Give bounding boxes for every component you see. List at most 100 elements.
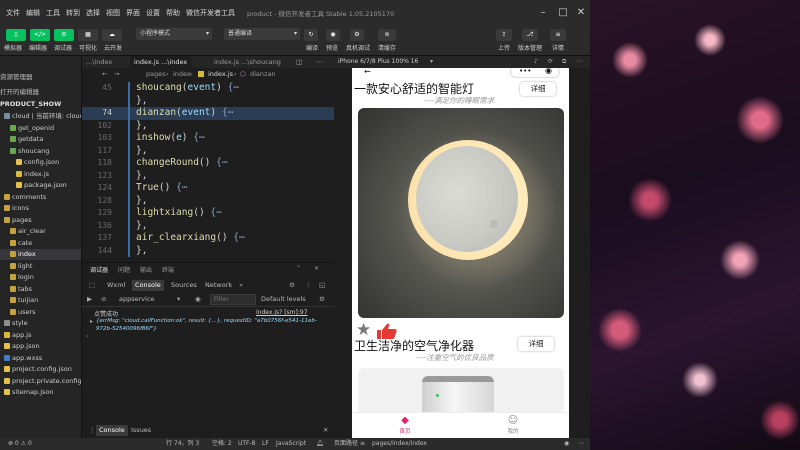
code-line[interactable]: 117}, xyxy=(82,144,334,157)
tabbar-mine[interactable]: ☺ 我的 xyxy=(498,415,528,435)
chevron-down-icon[interactable]: ▾ xyxy=(174,294,183,305)
file-tree-item[interactable]: app.wxss xyxy=(0,353,81,364)
tab-index-wxml[interactable]: ...\index xyxy=(82,56,116,68)
context-select[interactable]: appservice xyxy=(116,294,158,305)
bell-icon[interactable]: 🔔︎ xyxy=(316,438,324,450)
capsule-close-icon[interactable]: ◉ xyxy=(545,68,552,75)
close-icon[interactable]: ✕ xyxy=(574,6,588,20)
encoding-setting[interactable]: UTF-8 xyxy=(238,438,256,450)
file-tree-item[interactable]: light xyxy=(0,261,81,272)
file-tree-item[interactable]: tabs xyxy=(0,284,81,295)
file-tree-item[interactable]: login xyxy=(0,272,81,283)
menu-help[interactable]: 帮助 xyxy=(166,8,180,18)
code-line[interactable]: 129 lightxiang() {⋯ xyxy=(82,207,334,220)
cloud-dev-button[interactable]: ☁ xyxy=(102,29,122,41)
capsule-menu[interactable]: ••• ◉ xyxy=(510,68,560,78)
eol-setting[interactable]: LF xyxy=(262,438,269,450)
eye-icon[interactable]: ◉ xyxy=(564,438,569,450)
tab-index-js[interactable]: index.js ...\index xyxy=(130,56,192,68)
code-line[interactable]: 103 inshow(e) {⋯ xyxy=(82,132,334,145)
indent-setting[interactable]: 空格: 2 xyxy=(212,438,232,450)
product-detail-button[interactable]: 详细 xyxy=(518,337,554,351)
version-button[interactable]: ⎇ xyxy=(522,29,538,41)
gear-icon[interactable]: ⚙ xyxy=(286,280,298,291)
code-line[interactable]: }, xyxy=(82,94,334,107)
compile-select[interactable]: 普通编译 ▾ xyxy=(224,28,300,40)
upload-button[interactable]: ⇪ xyxy=(496,29,512,41)
file-tree-item[interactable]: style xyxy=(0,318,81,329)
devtools-tab-wxml[interactable]: Wxml xyxy=(104,280,128,291)
menu-interface[interactable]: 界面 xyxy=(126,8,140,18)
code-line[interactable]: 123}, xyxy=(82,169,334,182)
folded-block-marker[interactable]: {⋯ xyxy=(193,132,204,143)
devtools-tab-network[interactable]: Network xyxy=(202,280,235,291)
clear-cache-button[interactable]: ≋ xyxy=(378,29,396,41)
maximize-icon[interactable]: □ xyxy=(556,6,570,20)
close-panel-icon[interactable]: ✕ xyxy=(314,265,319,272)
forward-icon[interactable]: → xyxy=(114,68,119,80)
log-source-link[interactable]: index.js? [sm]:97 xyxy=(256,309,308,316)
tab-problems[interactable]: 问题 xyxy=(118,265,130,274)
code-line[interactable]: 144}, xyxy=(82,244,334,257)
devtools-tab-console[interactable]: Console xyxy=(132,280,164,291)
editor-toggle-button[interactable]: </> xyxy=(30,29,50,41)
expand-arrow-icon[interactable]: ▸ xyxy=(90,318,93,325)
drawer-tab-console[interactable]: Console xyxy=(96,425,128,436)
file-tree-item[interactable]: get_openid xyxy=(0,123,81,134)
file-tree-item[interactable]: users xyxy=(0,307,81,318)
visual-toggle-button[interactable]: ▦ xyxy=(78,29,98,41)
sidebar-toggle-icon[interactable]: ▶ xyxy=(84,294,95,305)
simulator-toggle-button[interactable]: ▯ xyxy=(6,29,26,41)
open-editors-section[interactable]: 打开的编辑器 xyxy=(0,87,81,98)
log-body[interactable]: {errMsg: "cloud.callFunction:ok", result… xyxy=(96,317,328,333)
details-button[interactable]: ≡ xyxy=(550,29,566,41)
code-line[interactable]: 137 air_clearxiang() {⋯ xyxy=(82,232,334,245)
file-tree-item[interactable]: pages xyxy=(0,215,81,226)
menu-icon[interactable]: ≡ xyxy=(360,438,365,450)
page-path[interactable]: pages/index/index xyxy=(372,438,427,450)
project-root[interactable]: PRODUCT_SHOW xyxy=(0,99,81,110)
menu-goto[interactable]: 转到 xyxy=(66,8,80,18)
clear-console-icon[interactable]: ⊘ xyxy=(98,294,109,305)
file-tree-item[interactable]: config.json xyxy=(0,157,81,168)
code-line[interactable]: 118 changeRound() {⋯ xyxy=(82,157,334,170)
code-line[interactable]: 128}, xyxy=(82,194,334,207)
volume-icon[interactable]: ♪ xyxy=(534,56,538,68)
remote-debug-button[interactable]: ⚙ xyxy=(350,29,364,41)
folded-block-marker[interactable]: {⋯ xyxy=(176,182,187,193)
file-tree-item[interactable]: getdata xyxy=(0,134,81,145)
code-line[interactable]: 124 True() {⋯ xyxy=(82,182,334,195)
more-icon[interactable]: ⋯ xyxy=(576,56,582,68)
capsule-more-icon[interactable]: ••• xyxy=(519,68,531,75)
code-line[interactable]: 102}, xyxy=(82,119,334,132)
breadcrumb-pages[interactable]: pages xyxy=(146,68,166,80)
minimize-icon[interactable]: – xyxy=(536,6,550,20)
breadcrumb-index[interactable]: index xyxy=(173,68,191,80)
mode-select[interactable]: 小程序模式 ▾ xyxy=(136,28,212,40)
close-drawer-icon[interactable]: ✕ xyxy=(320,425,331,436)
file-tree-item[interactable]: cloud | 当前环境: cloud1 xyxy=(0,111,81,122)
device-select[interactable]: iPhone 6/7/8 Plus 100% 16 xyxy=(338,56,418,68)
breadcrumb-file[interactable]: index.js xyxy=(208,68,233,80)
file-tree-item[interactable]: icons xyxy=(0,203,81,214)
tab-terminal[interactable]: 终端 xyxy=(162,265,174,274)
menu-wechat-devtools[interactable]: 微信开发者工具 xyxy=(186,8,235,18)
folded-block-marker[interactable]: {⋯ xyxy=(222,107,233,118)
folded-block-marker[interactable]: {⋯ xyxy=(233,232,244,243)
air-purifier-image[interactable] xyxy=(358,368,564,418)
file-tree-item[interactable]: comments xyxy=(0,192,81,203)
file-tree-item[interactable]: sitemap.json xyxy=(0,387,81,398)
tabbar-home[interactable]: ◆ 首页 xyxy=(390,415,420,435)
breadcrumb-symbol[interactable]: dianzan xyxy=(250,68,276,80)
menu-select[interactable]: 选择 xyxy=(86,8,100,18)
back-arrow-icon[interactable]: ← xyxy=(364,68,371,76)
file-tree-item[interactable]: tuijian xyxy=(0,295,81,306)
cursor-position[interactable]: 行 74，列 3 xyxy=(166,438,199,450)
night-light-image[interactable] xyxy=(358,108,564,318)
file-tree-item[interactable]: cate xyxy=(0,238,81,249)
levels-select[interactable]: Default levels xyxy=(258,294,309,305)
devtools-tab-sources[interactable]: Sources xyxy=(168,280,200,291)
product-detail-button[interactable]: 详细 xyxy=(520,82,556,96)
file-tree-item[interactable]: index.js xyxy=(0,169,81,180)
more-icon[interactable]: ⋯ xyxy=(312,56,327,68)
